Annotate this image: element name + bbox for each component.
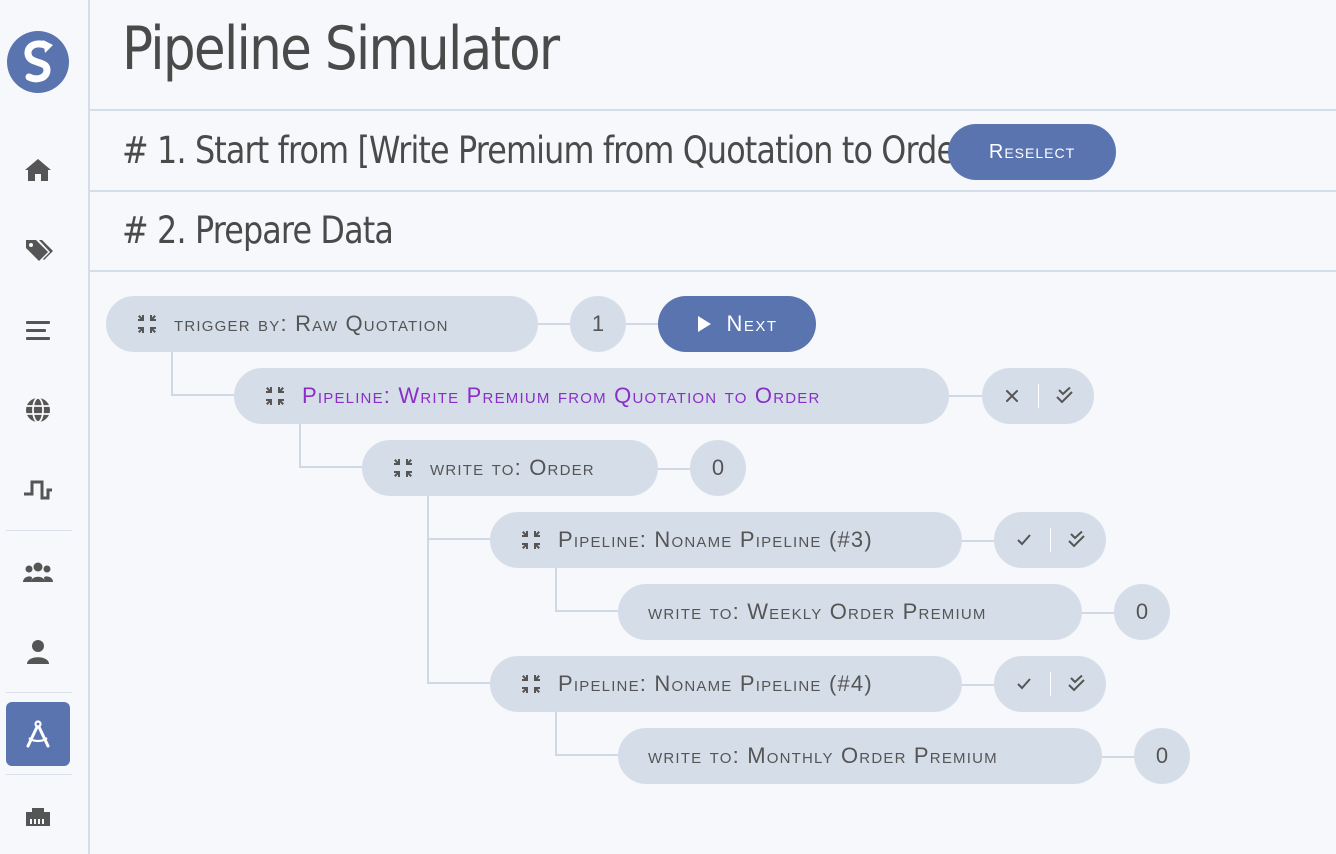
connector — [171, 394, 234, 396]
sidebar-item-tags[interactable] — [6, 218, 70, 282]
write-weekly-count: 0 — [1114, 584, 1170, 640]
pipeline-4-actions — [994, 656, 1106, 712]
sidebar-item-user[interactable] — [6, 620, 70, 684]
compress-icon — [522, 675, 540, 693]
divider — [90, 270, 1336, 272]
next-button[interactable]: Next — [658, 296, 816, 352]
sidebar-divider — [6, 530, 72, 531]
connector — [555, 610, 618, 612]
write-monthly-label: write to: Monthly Order Premium — [648, 743, 998, 768]
pipeline-main-node[interactable]: Pipeline: Write Premium from Quotation t… — [234, 368, 949, 424]
pipeline-main-label: Pipeline: Write Premium from Quotation t… — [302, 383, 821, 408]
tags-icon — [26, 240, 53, 261]
compress-icon — [266, 387, 284, 405]
trigger-node[interactable]: trigger by: Raw Quotation — [106, 296, 538, 352]
page-title: Pipeline Simulator — [122, 14, 560, 84]
reselect-button[interactable]: Reselect — [948, 124, 1116, 180]
write-weekly-node[interactable]: write to: Weekly Order Premium — [618, 584, 1082, 640]
connector — [171, 352, 173, 395]
connector — [949, 395, 982, 397]
next-label: Next — [726, 311, 778, 336]
double-check-icon — [1067, 675, 1085, 692]
users-icon — [23, 562, 53, 582]
sidebar-item-groups[interactable] — [6, 540, 70, 604]
divider — [90, 190, 1336, 192]
ethernet-icon — [26, 808, 50, 826]
connector — [555, 568, 557, 611]
select-all-button[interactable] — [1055, 518, 1099, 562]
play-icon — [698, 316, 712, 332]
deselect-button[interactable] — [990, 374, 1034, 418]
connector — [1102, 756, 1134, 758]
action-divider — [1049, 528, 1051, 552]
write-order-label: write to: Order — [430, 455, 595, 480]
compass-drafting-icon — [26, 720, 50, 748]
write-monthly-node[interactable]: write to: Monthly Order Premium — [618, 728, 1102, 784]
check-icon — [1016, 678, 1031, 690]
logo-icon — [24, 40, 53, 83]
pipeline-3-label: Pipeline: Noname Pipeline (#3) — [558, 527, 873, 552]
compress-icon — [522, 531, 540, 549]
compress-icon — [138, 315, 156, 333]
write-order-node[interactable]: write to: Order — [362, 440, 658, 496]
pipeline-4-node[interactable]: Pipeline: Noname Pipeline (#4) — [490, 656, 962, 712]
trigger-count: 1 — [570, 296, 626, 352]
connector — [538, 323, 570, 325]
pipeline-main-actions — [982, 368, 1094, 424]
sidebar-divider — [6, 774, 72, 775]
connector — [555, 712, 557, 755]
write-monthly-count: 0 — [1134, 728, 1190, 784]
bars-icon — [26, 321, 50, 340]
connector — [626, 323, 658, 325]
sidebar-item-simulator[interactable] — [6, 702, 70, 766]
sidebar-item-list[interactable] — [6, 298, 70, 362]
double-check-icon — [1055, 387, 1073, 404]
globe-icon — [26, 397, 50, 423]
connector — [962, 684, 994, 686]
close-icon — [1005, 390, 1018, 402]
connector — [427, 682, 490, 684]
pipeline-4-label: Pipeline: Noname Pipeline (#4) — [558, 671, 873, 696]
action-divider — [1049, 672, 1051, 696]
divider — [90, 109, 1336, 111]
sidebar-item-globe[interactable] — [6, 378, 70, 442]
connector — [658, 468, 690, 470]
signal-wave-icon — [24, 480, 52, 500]
write-weekly-label: write to: Weekly Order Premium — [648, 599, 987, 624]
sidebar — [0, 0, 90, 854]
step1-title: # 1. Start from [Write Premium from Quot… — [122, 129, 980, 172]
select-all-button[interactable] — [1043, 374, 1087, 418]
connector — [427, 496, 429, 683]
sidebar-item-home[interactable] — [6, 138, 70, 202]
home-icon — [25, 159, 51, 181]
compress-icon — [394, 459, 412, 477]
connector — [299, 424, 301, 467]
write-order-count: 0 — [690, 440, 746, 496]
pipeline-3-actions — [994, 512, 1106, 568]
select-all-button[interactable] — [1055, 662, 1099, 706]
connector — [427, 538, 490, 540]
pipeline-3-node[interactable]: Pipeline: Noname Pipeline (#3) — [490, 512, 962, 568]
step2-title: # 2. Prepare Data — [122, 209, 394, 252]
check-icon — [1016, 534, 1031, 546]
app-logo[interactable] — [7, 31, 69, 93]
sidebar-divider — [6, 692, 72, 693]
connector — [555, 754, 618, 756]
sidebar-item-pulse[interactable] — [6, 458, 70, 522]
sidebar-item-network[interactable] — [6, 784, 70, 848]
double-check-icon — [1067, 531, 1085, 548]
connector — [299, 466, 362, 468]
user-icon — [27, 640, 49, 664]
select-button[interactable] — [1002, 518, 1046, 562]
select-button[interactable] — [1002, 662, 1046, 706]
connector — [1082, 612, 1114, 614]
connector — [962, 540, 994, 542]
trigger-label: trigger by: Raw Quotation — [174, 311, 449, 336]
action-divider — [1037, 384, 1039, 408]
